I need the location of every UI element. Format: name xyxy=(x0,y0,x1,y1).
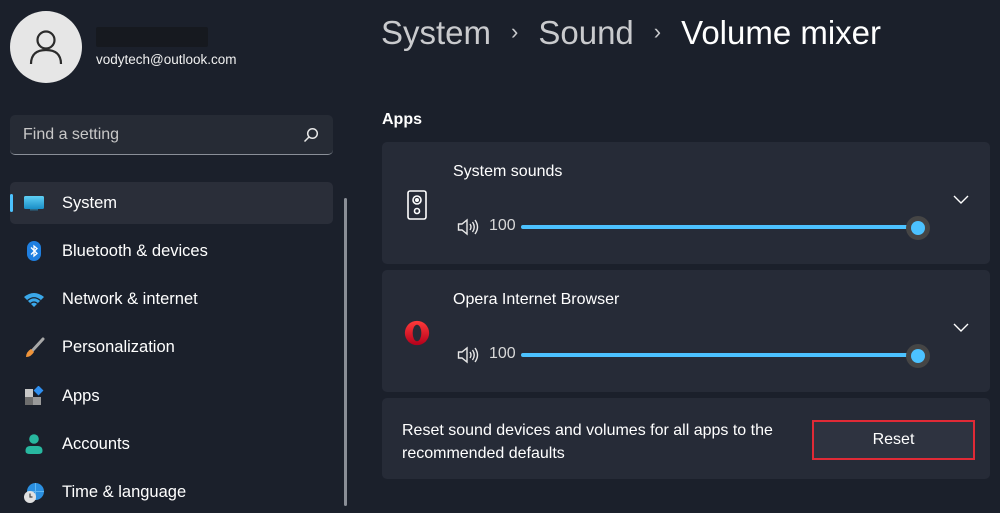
breadcrumb-sound[interactable]: Sound xyxy=(538,14,633,52)
slider-thumb-dot xyxy=(911,221,925,235)
reset-button[interactable]: Reset xyxy=(812,420,975,460)
app-name: System sounds xyxy=(453,163,563,180)
volume-slider[interactable] xyxy=(521,344,941,368)
sidebar-nav: System Bluetooth & devices Network & int… xyxy=(10,182,333,513)
sidebar-item-label: Apps xyxy=(62,386,100,405)
sidebar-item-label: Accounts xyxy=(62,434,130,453)
sidebar-item-label: Network & internet xyxy=(62,290,198,309)
profile-email: vodytech@outlook.com xyxy=(96,52,237,67)
breadcrumb-separator: › xyxy=(653,19,662,44)
sidebar-item-accounts[interactable]: Accounts xyxy=(10,423,333,465)
search-input[interactable] xyxy=(23,125,303,144)
avatar[interactable] xyxy=(10,11,82,83)
sidebar-item-label: Time & language xyxy=(62,483,187,502)
opera-icon xyxy=(404,316,430,350)
reset-card: Reset sound devices and volumes for all … xyxy=(382,398,990,479)
breadcrumb: System › Sound › Volume mixer xyxy=(381,14,881,52)
app-name: Opera Internet Browser xyxy=(453,291,620,308)
slider-fill xyxy=(521,225,918,229)
breadcrumb-separator: › xyxy=(511,19,519,44)
slider-thumb-dot xyxy=(911,349,925,363)
globe-clock-icon xyxy=(23,482,45,504)
apps-icon xyxy=(23,385,45,407)
profile-text: vodytech@outlook.com xyxy=(96,27,237,67)
slider-thumb[interactable] xyxy=(906,344,930,368)
app-volume-card-system-sounds: System sounds 100 xyxy=(382,142,990,264)
volume-slider[interactable] xyxy=(521,216,941,240)
sidebar-item-label: Bluetooth & devices xyxy=(62,241,208,260)
search-icon[interactable] xyxy=(303,127,319,143)
chevron-down-icon[interactable] xyxy=(952,192,970,206)
profile-name-redacted xyxy=(96,27,208,47)
volume-value: 100 xyxy=(489,217,516,234)
sidebar-scrollbar[interactable] xyxy=(344,198,347,506)
sidebar-item-network[interactable]: Network & internet xyxy=(10,279,333,321)
slider-thumb[interactable] xyxy=(906,216,930,240)
volume-icon[interactable] xyxy=(457,218,479,236)
page-title: Volume mixer xyxy=(681,14,882,51)
paintbrush-icon xyxy=(23,337,45,359)
wifi-icon xyxy=(23,289,45,311)
sidebar-item-bluetooth[interactable]: Bluetooth & devices xyxy=(10,230,333,272)
speaker-icon xyxy=(404,188,430,222)
user-profile[interactable]: vodytech@outlook.com xyxy=(10,11,237,83)
sidebar-item-label: Personalization xyxy=(62,338,175,357)
sidebar-item-apps[interactable]: Apps xyxy=(10,375,333,417)
search-box[interactable] xyxy=(10,115,333,155)
volume-value: 100 xyxy=(489,345,516,362)
sidebar: vodytech@outlook.com System xyxy=(0,0,360,513)
breadcrumb-system[interactable]: System xyxy=(381,14,491,52)
slider-fill xyxy=(521,353,918,357)
app-volume-card-opera: Opera Internet Browser 100 xyxy=(382,270,990,392)
reset-description: Reset sound devices and volumes for all … xyxy=(402,422,773,462)
sidebar-item-system[interactable]: System xyxy=(10,182,333,224)
bluetooth-icon xyxy=(23,240,45,262)
sidebar-item-label: System xyxy=(62,193,118,212)
section-title-apps: Apps xyxy=(382,111,422,128)
sidebar-item-time-language[interactable]: Time & language xyxy=(10,472,333,513)
user-icon xyxy=(29,30,63,65)
chevron-down-icon[interactable] xyxy=(952,320,970,334)
person-icon xyxy=(23,433,45,455)
active-indicator xyxy=(10,194,13,212)
monitor-icon xyxy=(23,192,45,214)
volume-icon[interactable] xyxy=(457,346,479,364)
sidebar-item-personalization[interactable]: Personalization xyxy=(10,327,333,369)
